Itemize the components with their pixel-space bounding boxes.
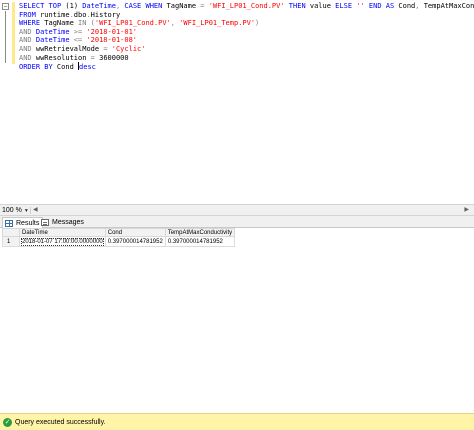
code-token: FROM [19, 10, 36, 19]
code-token: '2018-01-01' [86, 27, 138, 36]
code-token: TagName [162, 2, 201, 10]
code-token: TOP [48, 2, 62, 10]
code-line: AND DateTime >= '2018-01-01' [19, 28, 470, 37]
tab-results[interactable]: Results [2, 217, 44, 228]
code-token: runtime [35, 10, 70, 19]
code-token: AND [19, 53, 32, 62]
code-token: 'Cyclic' [107, 44, 146, 53]
code-token: '2018-01-08' [86, 36, 138, 45]
code-token: AND [19, 27, 32, 36]
cell-temp[interactable]: 0.397000014781952 [164, 236, 236, 247]
code-token: CASE WHEN [124, 2, 163, 10]
code-token: wwRetrievalMode [31, 44, 104, 53]
editor-gutter: − [0, 0, 16, 204]
tab-messages[interactable]: Messages [39, 217, 87, 228]
code-token: AS [385, 2, 395, 10]
code-token: value [305, 2, 336, 10]
chevron-down-icon: ▼ [23, 207, 29, 214]
row-number[interactable]: 1 [2, 236, 20, 247]
code-token: 3600000 [94, 53, 129, 62]
status-bar: ✓ Query executed successfully. [0, 413, 474, 430]
results-pane: DateTime Cond TempAtMaxConductivity 1 20… [0, 228, 474, 413]
code-token: History [90, 10, 121, 19]
row-number-header[interactable] [2, 228, 20, 237]
code-line: AND DateTime <= '2018-01-08' [19, 36, 470, 45]
code-token: '' [352, 2, 369, 10]
results-grid[interactable]: DateTime Cond TempAtMaxConductivity 1 20… [2, 228, 236, 247]
horizontal-scrollbar[interactable]: ◀ ▶ [30, 207, 470, 214]
code-line: WHERE TagName IN ('WFI_LP01_Cond.PV', 'W… [19, 19, 470, 28]
success-check-icon: ✓ [3, 417, 12, 427]
code-line: AND wwRetrievalMode = 'Cyclic' [19, 45, 470, 54]
code-line: SELECT TOP (1) DateTime, CASE WHEN TagNa… [19, 2, 474, 11]
code-token: ORDER BY [19, 63, 53, 72]
code-token: <= [69, 36, 87, 45]
code-token: 'WFI_LP01_Cond.PV' [94, 19, 171, 28]
query-editor[interactable]: − SELECT TOP (1) DateTime, CASE WHEN Tag… [0, 0, 474, 204]
messages-icon [41, 219, 49, 226]
code-token: DateTime [35, 27, 70, 36]
code-token: ( [86, 19, 95, 28]
cell-cond[interactable]: 0.397000014781952 [104, 236, 166, 247]
results-tab-strip: Results Messages [0, 216, 474, 228]
table-row[interactable]: 1 2018-01-07 17:00:00.0000000 0.39700001… [2, 236, 236, 247]
code-token: 'WFI_LP01_Temp.PV' [179, 19, 256, 28]
code-token: SELECT [19, 2, 45, 10]
code-token: WHERE [19, 19, 41, 28]
scroll-right-icon[interactable]: ▶ [464, 206, 469, 213]
results-header-row: DateTime Cond TempAtMaxConductivity [2, 228, 236, 237]
code-token: AND [19, 44, 32, 53]
tab-messages-label: Messages [52, 219, 84, 226]
status-text: Query executed successfully. [15, 418, 106, 426]
code-token: Cond [52, 63, 79, 72]
cell-datetime[interactable]: 2018-01-07 17:00:00.0000000 [19, 236, 106, 247]
scroll-left-icon[interactable]: ◀ [33, 206, 38, 213]
code-token: THEN [288, 2, 306, 10]
code-token: , [170, 19, 180, 28]
zoom-value: 100 % [2, 207, 22, 214]
column-header-cond[interactable]: Cond [104, 228, 166, 237]
code-token: ) [255, 19, 260, 28]
outline-line [5, 11, 6, 63]
sql-code[interactable]: SELECT TOP (1) DateTime, CASE WHEN TagNa… [19, 2, 474, 71]
code-token: dbo [73, 10, 87, 19]
code-token: TagName [40, 19, 79, 28]
code-token: wwResolution [31, 53, 91, 62]
code-token: 'WFI_LP01_Cond.PV' [204, 2, 285, 10]
column-header-temp[interactable]: TempAtMaxConductivity [164, 228, 236, 237]
editor-zoom-bar: 100 % ▼ ◀ ▶ [0, 204, 474, 216]
code-token: DateTime [35, 36, 70, 45]
code-line: ORDER BY Cond desc [19, 62, 470, 71]
code-token: ELSE [335, 2, 353, 10]
code-line: AND wwResolution = 3600000 [19, 54, 470, 63]
results-grid-icon [5, 219, 13, 227]
code-token: END [368, 2, 382, 10]
code-token: (1) [61, 2, 83, 10]
collapse-minus-icon[interactable]: − [2, 3, 9, 10]
change-tracking-bar [12, 2, 15, 64]
code-token: Cond [394, 2, 416, 10]
tab-results-label: Results [16, 219, 40, 227]
column-header-datetime[interactable]: DateTime [19, 228, 106, 237]
code-token: desc [79, 63, 96, 72]
code-token: TempAtMaxConductivity [423, 2, 474, 10]
code-token: AND [19, 36, 32, 45]
code-line: FROM runtime.dbo.History [19, 11, 470, 20]
code-token: >= [69, 27, 87, 36]
zoom-dropdown[interactable]: 100 % ▼ [2, 206, 29, 215]
code-token: DateTime [82, 2, 116, 10]
